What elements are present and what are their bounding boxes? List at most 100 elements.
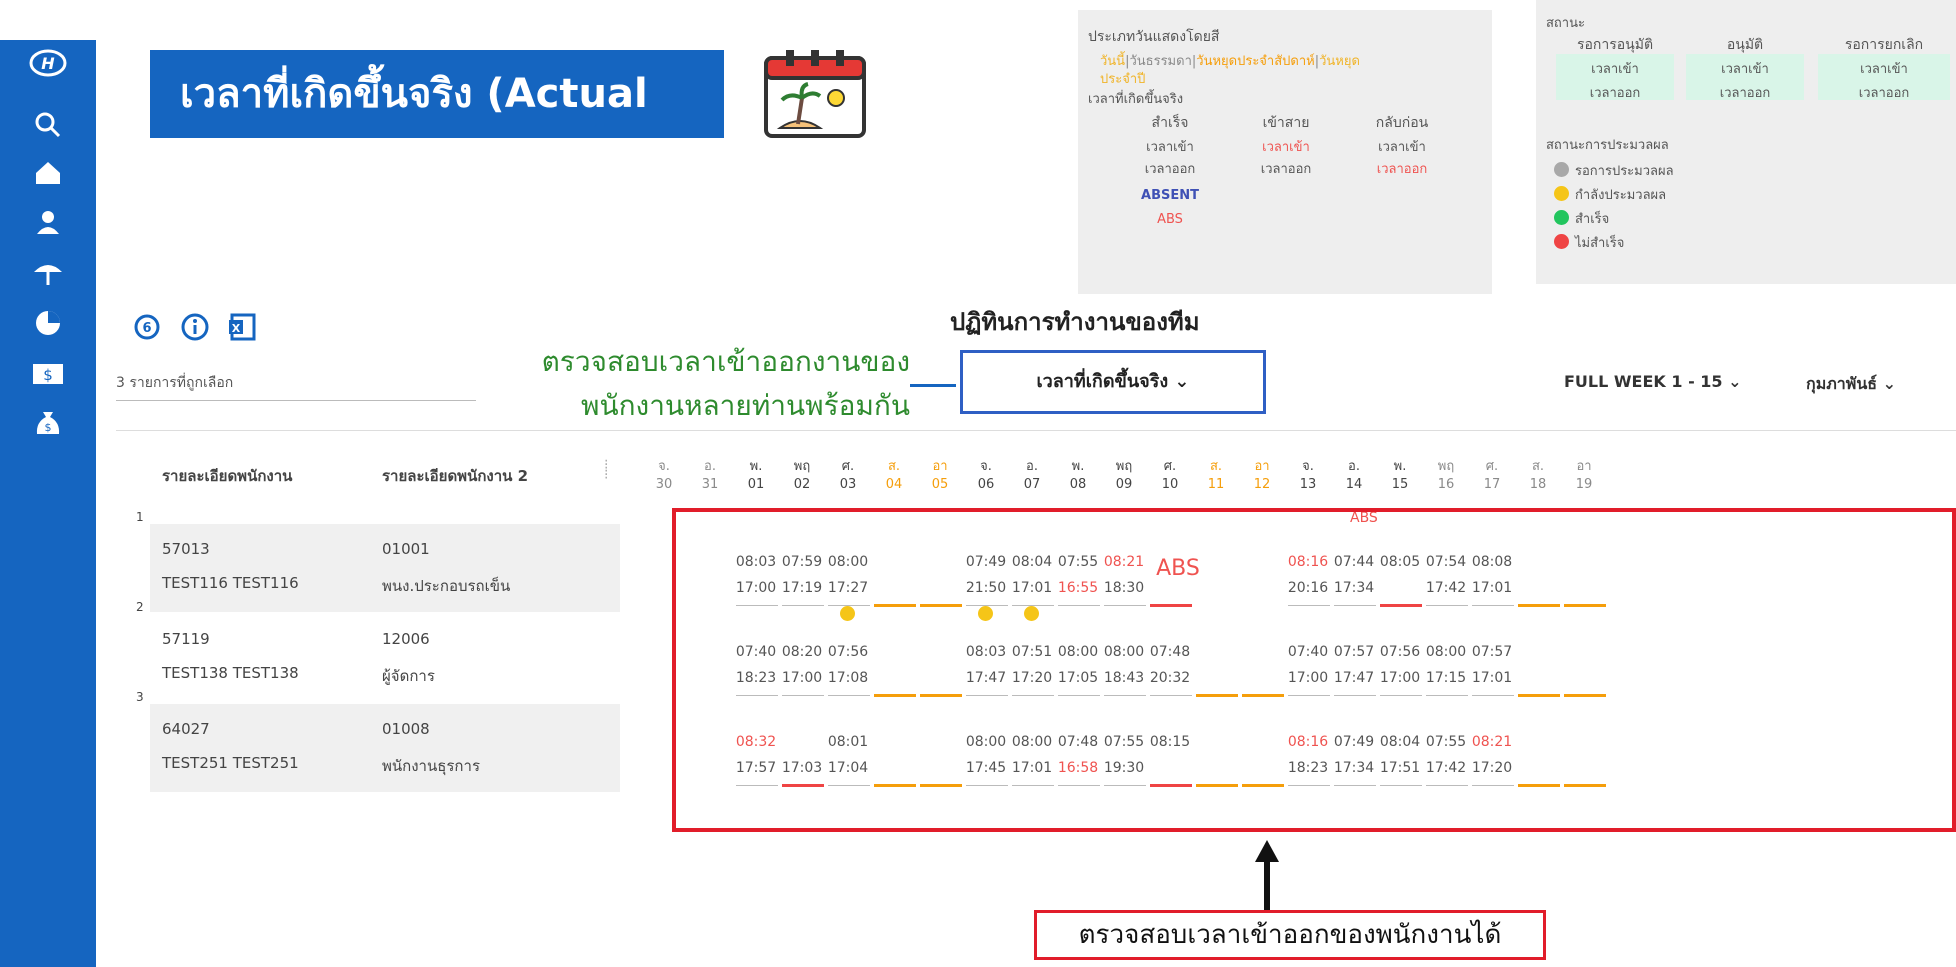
day-name: จ. [658, 459, 670, 474]
legend-approved-cell: เวลาเข้า เวลาออก [1686, 54, 1804, 101]
legend-weekday: วันธรรมดา [1129, 54, 1192, 69]
day-header: อ. 31 [688, 458, 732, 494]
day-number: 01 [747, 477, 765, 492]
legend-title: ประเภทวันแสดงโดยสี [1088, 29, 1220, 45]
chart-icon[interactable] [0, 308, 96, 347]
legend-annual-holiday: วันหยุด [1319, 54, 1360, 69]
legend-early-head: กลับก่อน [1375, 115, 1429, 131]
status-dot-yellow [1554, 186, 1569, 201]
legend-success-in: เวลาเข้า [1146, 140, 1194, 155]
selected-count[interactable]: 3 รายการที่ถูกเลือก [116, 372, 476, 401]
day-name: พฤ [1115, 459, 1133, 474]
status-dot-red [1554, 234, 1569, 249]
day-name: อ. [1026, 459, 1038, 474]
legend-status: สถานะ รอการอนุมัติ เวลาเข้า เวลาออก อนุม… [1536, 0, 1956, 284]
day-number: 18 [1529, 477, 1547, 492]
table-row[interactable] [150, 704, 620, 792]
day-name: จ. [980, 459, 992, 474]
day-number: 17 [1483, 477, 1501, 492]
col-header-employee-2: รายละเอียดพนักงาน 2 [382, 467, 529, 485]
day-header: ส. 18 [1516, 458, 1560, 494]
legend-process-title: สถานะการประมวลผล [1546, 138, 1669, 153]
legend-early-in: เวลาเข้า [1378, 140, 1426, 155]
employee-code: 12006 [382, 630, 430, 648]
day-header: พ. 01 [734, 458, 778, 494]
day-header: พฤ 02 [780, 458, 824, 494]
search-icon[interactable] [0, 110, 96, 149]
legend-cancel-in: เวลาเข้า [1860, 62, 1908, 77]
section-title: ปฏิทินการทำงานของทีม [950, 308, 1200, 336]
legend-day-colors: ประเภทวันแสดงโดยสี วันนี้|วันธรรมดา|วันห… [1078, 10, 1492, 294]
day-name: อ. [1348, 459, 1360, 474]
day-number: 04 [885, 477, 903, 492]
day-header: จ. 06 [964, 458, 1008, 494]
callout-line2: พนักงานหลายท่านพร้อมกัน [580, 389, 910, 422]
home-icon[interactable] [0, 158, 96, 197]
day-header: จ. 30 [642, 458, 686, 494]
month-dropdown[interactable]: กุมภาพันธ์ ⌄ [1806, 372, 1896, 397]
status-dot-green [1554, 210, 1569, 225]
employee-name: TEST138 TEST138 [162, 664, 299, 682]
person-icon[interactable] [0, 208, 96, 247]
employee-department: พนง.ประกอบรถเข็น [382, 577, 511, 595]
svg-text:$: $ [45, 421, 52, 434]
row-number: 2 [136, 600, 144, 614]
legend-process-failed: ไม่สำเร็จ [1554, 232, 1624, 253]
day-header: พฤ 09 [1102, 458, 1146, 494]
money-bag-icon[interactable]: $ [0, 408, 96, 447]
day-number: 12 [1253, 477, 1271, 492]
excel-icon[interactable]: X [228, 312, 256, 346]
day-header: พ. 15 [1378, 458, 1422, 494]
day-header: ศ. 03 [826, 458, 870, 494]
day-number: 07 [1023, 477, 1041, 492]
legend-early-out: เวลาออก [1376, 162, 1428, 177]
day-header: อ. 14 [1332, 458, 1376, 494]
legend-process-waiting: รอการประมวลผล [1554, 160, 1674, 181]
legend-abs-short: ABS [1157, 212, 1183, 227]
callout-multi-employee: ตรวจสอบเวลาเข้าออกงานของ พนักงานหลายท่าน… [440, 340, 910, 428]
day-number: 19 [1575, 477, 1593, 492]
day-name: ส. [1531, 459, 1545, 474]
money-icon[interactable]: $ [0, 360, 96, 396]
hyundai-logo-icon[interactable]: H [0, 48, 96, 87]
refresh-icon[interactable]: 6 [132, 312, 162, 346]
page-title-banner: เวลาที่เกิดขึ้นจริง (Actual Time) [150, 50, 724, 205]
day-header: อา 19 [1562, 458, 1606, 494]
day-name: พฤ [793, 459, 811, 474]
svg-text:$: $ [43, 366, 53, 384]
legend-success-head: สำเร็จ [1151, 115, 1189, 131]
day-header: อา 12 [1240, 458, 1284, 494]
highlight-box [672, 508, 1956, 832]
legend-success-out: เวลาออก [1144, 162, 1196, 177]
day-name: อา [1576, 459, 1592, 474]
day-number: 30 [655, 477, 673, 492]
employee-department: พนักงานธุรการ [382, 757, 480, 775]
callout-bottom: ตรวจสอบเวลาเข้าออกของพนักงานได้ [1034, 910, 1546, 960]
svg-text:6: 6 [142, 321, 151, 336]
day-header: อ. 07 [1010, 458, 1054, 494]
col-header-employee: รายละเอียดพนักงาน [162, 467, 293, 485]
row-number: 3 [136, 690, 144, 704]
day-header: ศ. 17 [1470, 458, 1514, 494]
week-dropdown[interactable]: FULL WEEK 1 - 15 ⌄ [1564, 372, 1742, 391]
info-icon[interactable] [180, 312, 210, 346]
legend-late-head: เข้าสาย [1262, 115, 1310, 131]
table-row[interactable] [150, 524, 620, 612]
legend-process-label: ไม่สำเร็จ [1575, 236, 1625, 251]
umbrella-icon[interactable] [0, 258, 96, 297]
employee-id: 64027 [162, 720, 210, 738]
day-name: อา [932, 459, 948, 474]
view-dropdown[interactable]: เวลาที่เกิดขึ้นจริง ⌄ [960, 350, 1266, 414]
day-number: 15 [1391, 477, 1409, 492]
legend-pending-head: รอการอนุมัติ [1576, 37, 1654, 53]
day-number: 09 [1115, 477, 1133, 492]
column-drag-handle-icon[interactable]: ⁝ ⁝ [604, 458, 608, 482]
day-header: พฤ 16 [1424, 458, 1468, 494]
day-header: จ. 13 [1286, 458, 1330, 494]
legend-status-title: สถานะ [1546, 16, 1585, 31]
table-row[interactable] [150, 614, 620, 702]
sidebar: H $ $ [0, 40, 96, 967]
day-number: 02 [793, 477, 811, 492]
day-number: 31 [701, 477, 719, 492]
day-header: ส. 04 [872, 458, 916, 494]
